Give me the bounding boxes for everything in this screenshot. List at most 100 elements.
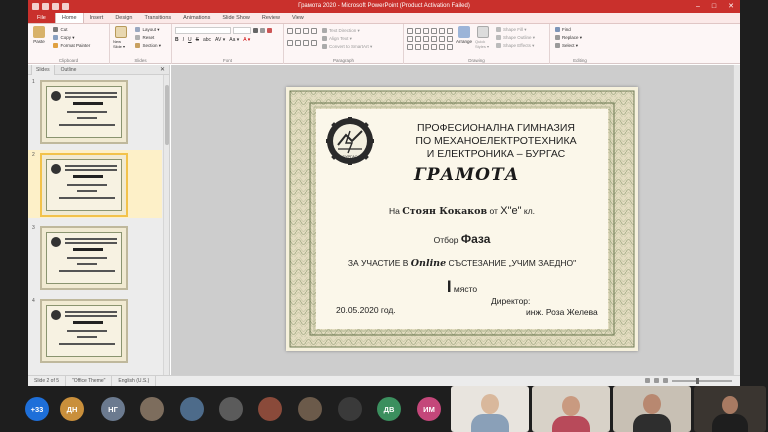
tab-insert[interactable]: Insert: [84, 13, 110, 23]
participant-avatar[interactable]: [338, 397, 362, 421]
slide-thumbnail[interactable]: [40, 226, 128, 290]
select-button[interactable]: Select ▾: [555, 42, 582, 49]
clipboard-group-label: Clipboard: [58, 58, 79, 63]
certificate-title: ГРАМОТА: [414, 165, 520, 185]
tab-outline[interactable]: Outline: [57, 65, 81, 75]
copy-button[interactable]: Copy ▾: [53, 34, 90, 41]
pane-scrollbar-thumb[interactable]: [165, 85, 169, 145]
slide-thumbnail-row-selected[interactable]: 2: [28, 150, 162, 218]
close-button[interactable]: ✕: [728, 0, 734, 13]
shape-effects-button[interactable]: Shape Effects ▾: [496, 42, 535, 49]
replace-button[interactable]: Replace ▾: [555, 34, 582, 41]
tab-slide-show[interactable]: Slide Show: [216, 13, 256, 23]
slide-thumbnail-row[interactable]: 4: [28, 296, 162, 364]
minimize-button[interactable]: –: [696, 0, 700, 13]
strikethrough-button[interactable]: S: [196, 37, 199, 43]
clear-format-icon[interactable]: [267, 28, 272, 33]
shape-outline-button[interactable]: Shape Outline ▾: [496, 34, 535, 41]
thumb-line: [59, 197, 115, 199]
video-tile[interactable]: [613, 386, 691, 432]
slide-thumbnail[interactable]: [40, 80, 128, 144]
window-controls: – □ ✕: [696, 0, 734, 13]
thumb-line: [67, 184, 107, 186]
bullets-icon[interactable]: [287, 28, 293, 34]
bold-button[interactable]: B: [175, 37, 179, 43]
reset-button[interactable]: Reset: [135, 34, 161, 41]
video-tile[interactable]: [694, 386, 766, 432]
shapes-gallery[interactable]: [407, 28, 453, 50]
tab-slides[interactable]: Slides: [31, 64, 55, 75]
decrease-indent-icon[interactable]: [303, 28, 309, 34]
section-button[interactable]: Section ▾: [135, 42, 161, 49]
slide-thumbnail-row[interactable]: 3: [28, 223, 162, 291]
layout-button[interactable]: Layout ▾: [135, 26, 161, 33]
cut-button[interactable]: Cut: [53, 26, 90, 33]
reading-view-icon[interactable]: [663, 378, 668, 383]
paste-button[interactable]: Paste: [31, 26, 47, 44]
video-tile[interactable]: [532, 386, 610, 432]
tab-transitions[interactable]: Transitions: [138, 13, 177, 23]
language-indicator[interactable]: English (U.S.): [112, 375, 157, 386]
shadow-button[interactable]: abc: [203, 37, 211, 43]
slide-thumbnail[interactable]: [40, 299, 128, 363]
zoom-slider-knob[interactable]: [696, 377, 699, 384]
shrink-font-icon[interactable]: [260, 28, 265, 33]
sorter-view-icon[interactable]: [654, 378, 659, 383]
align-text-button[interactable]: Align Text ▾: [322, 35, 372, 42]
quick-styles-button[interactable]: Quick Styles ▾: [475, 26, 491, 50]
zoom-slider[interactable]: [672, 377, 732, 384]
powerpoint-window: Грамота 2020 - Microsoft PowerPoint (Pro…: [28, 0, 740, 386]
tab-review[interactable]: Review: [256, 13, 286, 23]
normal-view-icon[interactable]: [645, 378, 650, 383]
tab-view[interactable]: View: [286, 13, 310, 23]
pane-scrollbar[interactable]: [163, 75, 169, 375]
participant-avatar[interactable]: ДН: [60, 397, 84, 421]
more-participants-avatar[interactable]: +33: [25, 397, 49, 421]
maximize-button[interactable]: □: [712, 0, 716, 13]
participant-avatar[interactable]: ИМ: [417, 397, 441, 421]
increase-indent-icon[interactable]: [311, 28, 317, 34]
seal-icon: [51, 237, 61, 247]
slide-thumbnail-selected[interactable]: [40, 153, 128, 217]
align-center-icon[interactable]: [295, 40, 301, 46]
find-button[interactable]: Find: [555, 26, 582, 33]
tab-animations[interactable]: Animations: [177, 13, 216, 23]
change-case-button[interactable]: Aa ▾: [229, 37, 239, 43]
slide-thumbnail-row[interactable]: 1: [28, 77, 162, 145]
thumbnail-content: [46, 159, 122, 211]
italic-button[interactable]: I: [183, 37, 184, 43]
participant-avatar[interactable]: [140, 397, 164, 421]
numbering-icon[interactable]: [295, 28, 301, 34]
font-name-box[interactable]: [175, 27, 231, 34]
tab-file[interactable]: File: [28, 13, 55, 23]
participant-avatar[interactable]: ДВ: [377, 397, 401, 421]
format-painter-button[interactable]: Format Painter: [53, 42, 90, 49]
participant-avatar[interactable]: [258, 397, 282, 421]
font-size-box[interactable]: [233, 27, 251, 34]
pane-close-icon[interactable]: ✕: [160, 66, 165, 73]
participant-avatar[interactable]: [180, 397, 204, 421]
convert-smartart-button[interactable]: Convert to SmartArt ▾: [322, 43, 372, 50]
new-slide-button[interactable]: New Slide ▾: [113, 26, 129, 49]
justify-icon[interactable]: [311, 40, 317, 46]
align-left-icon[interactable]: [287, 40, 293, 46]
align-right-icon[interactable]: [303, 40, 309, 46]
underline-button[interactable]: U: [188, 37, 192, 43]
participant-avatar[interactable]: [298, 397, 322, 421]
shape-fill-button[interactable]: Shape Fill ▾: [496, 26, 535, 33]
current-slide[interactable]: БУРГАС ПРОФЕСИОНАЛНА ГИМНАЗИЯ ПО МЕХАНОЕ…: [286, 87, 638, 351]
participant-avatar[interactable]: [219, 397, 243, 421]
video-tile[interactable]: [451, 386, 529, 432]
tab-home[interactable]: Home: [54, 13, 84, 23]
editor-scrollbar[interactable]: [733, 65, 740, 375]
font-color-button[interactable]: A ▾: [243, 37, 250, 43]
team-line: Отбор Фаза: [286, 232, 638, 246]
grow-font-icon[interactable]: [253, 28, 258, 33]
spacing-button[interactable]: AV ▾: [215, 37, 225, 43]
arrange-icon: [458, 26, 470, 38]
arrange-button[interactable]: Arrange: [456, 26, 472, 50]
tab-design[interactable]: Design: [109, 13, 138, 23]
text-direction-button[interactable]: Text Direction ▾: [322, 27, 372, 34]
issue-date: 20.05.2020 год.: [336, 305, 396, 315]
participant-avatar[interactable]: НГ: [101, 397, 125, 421]
